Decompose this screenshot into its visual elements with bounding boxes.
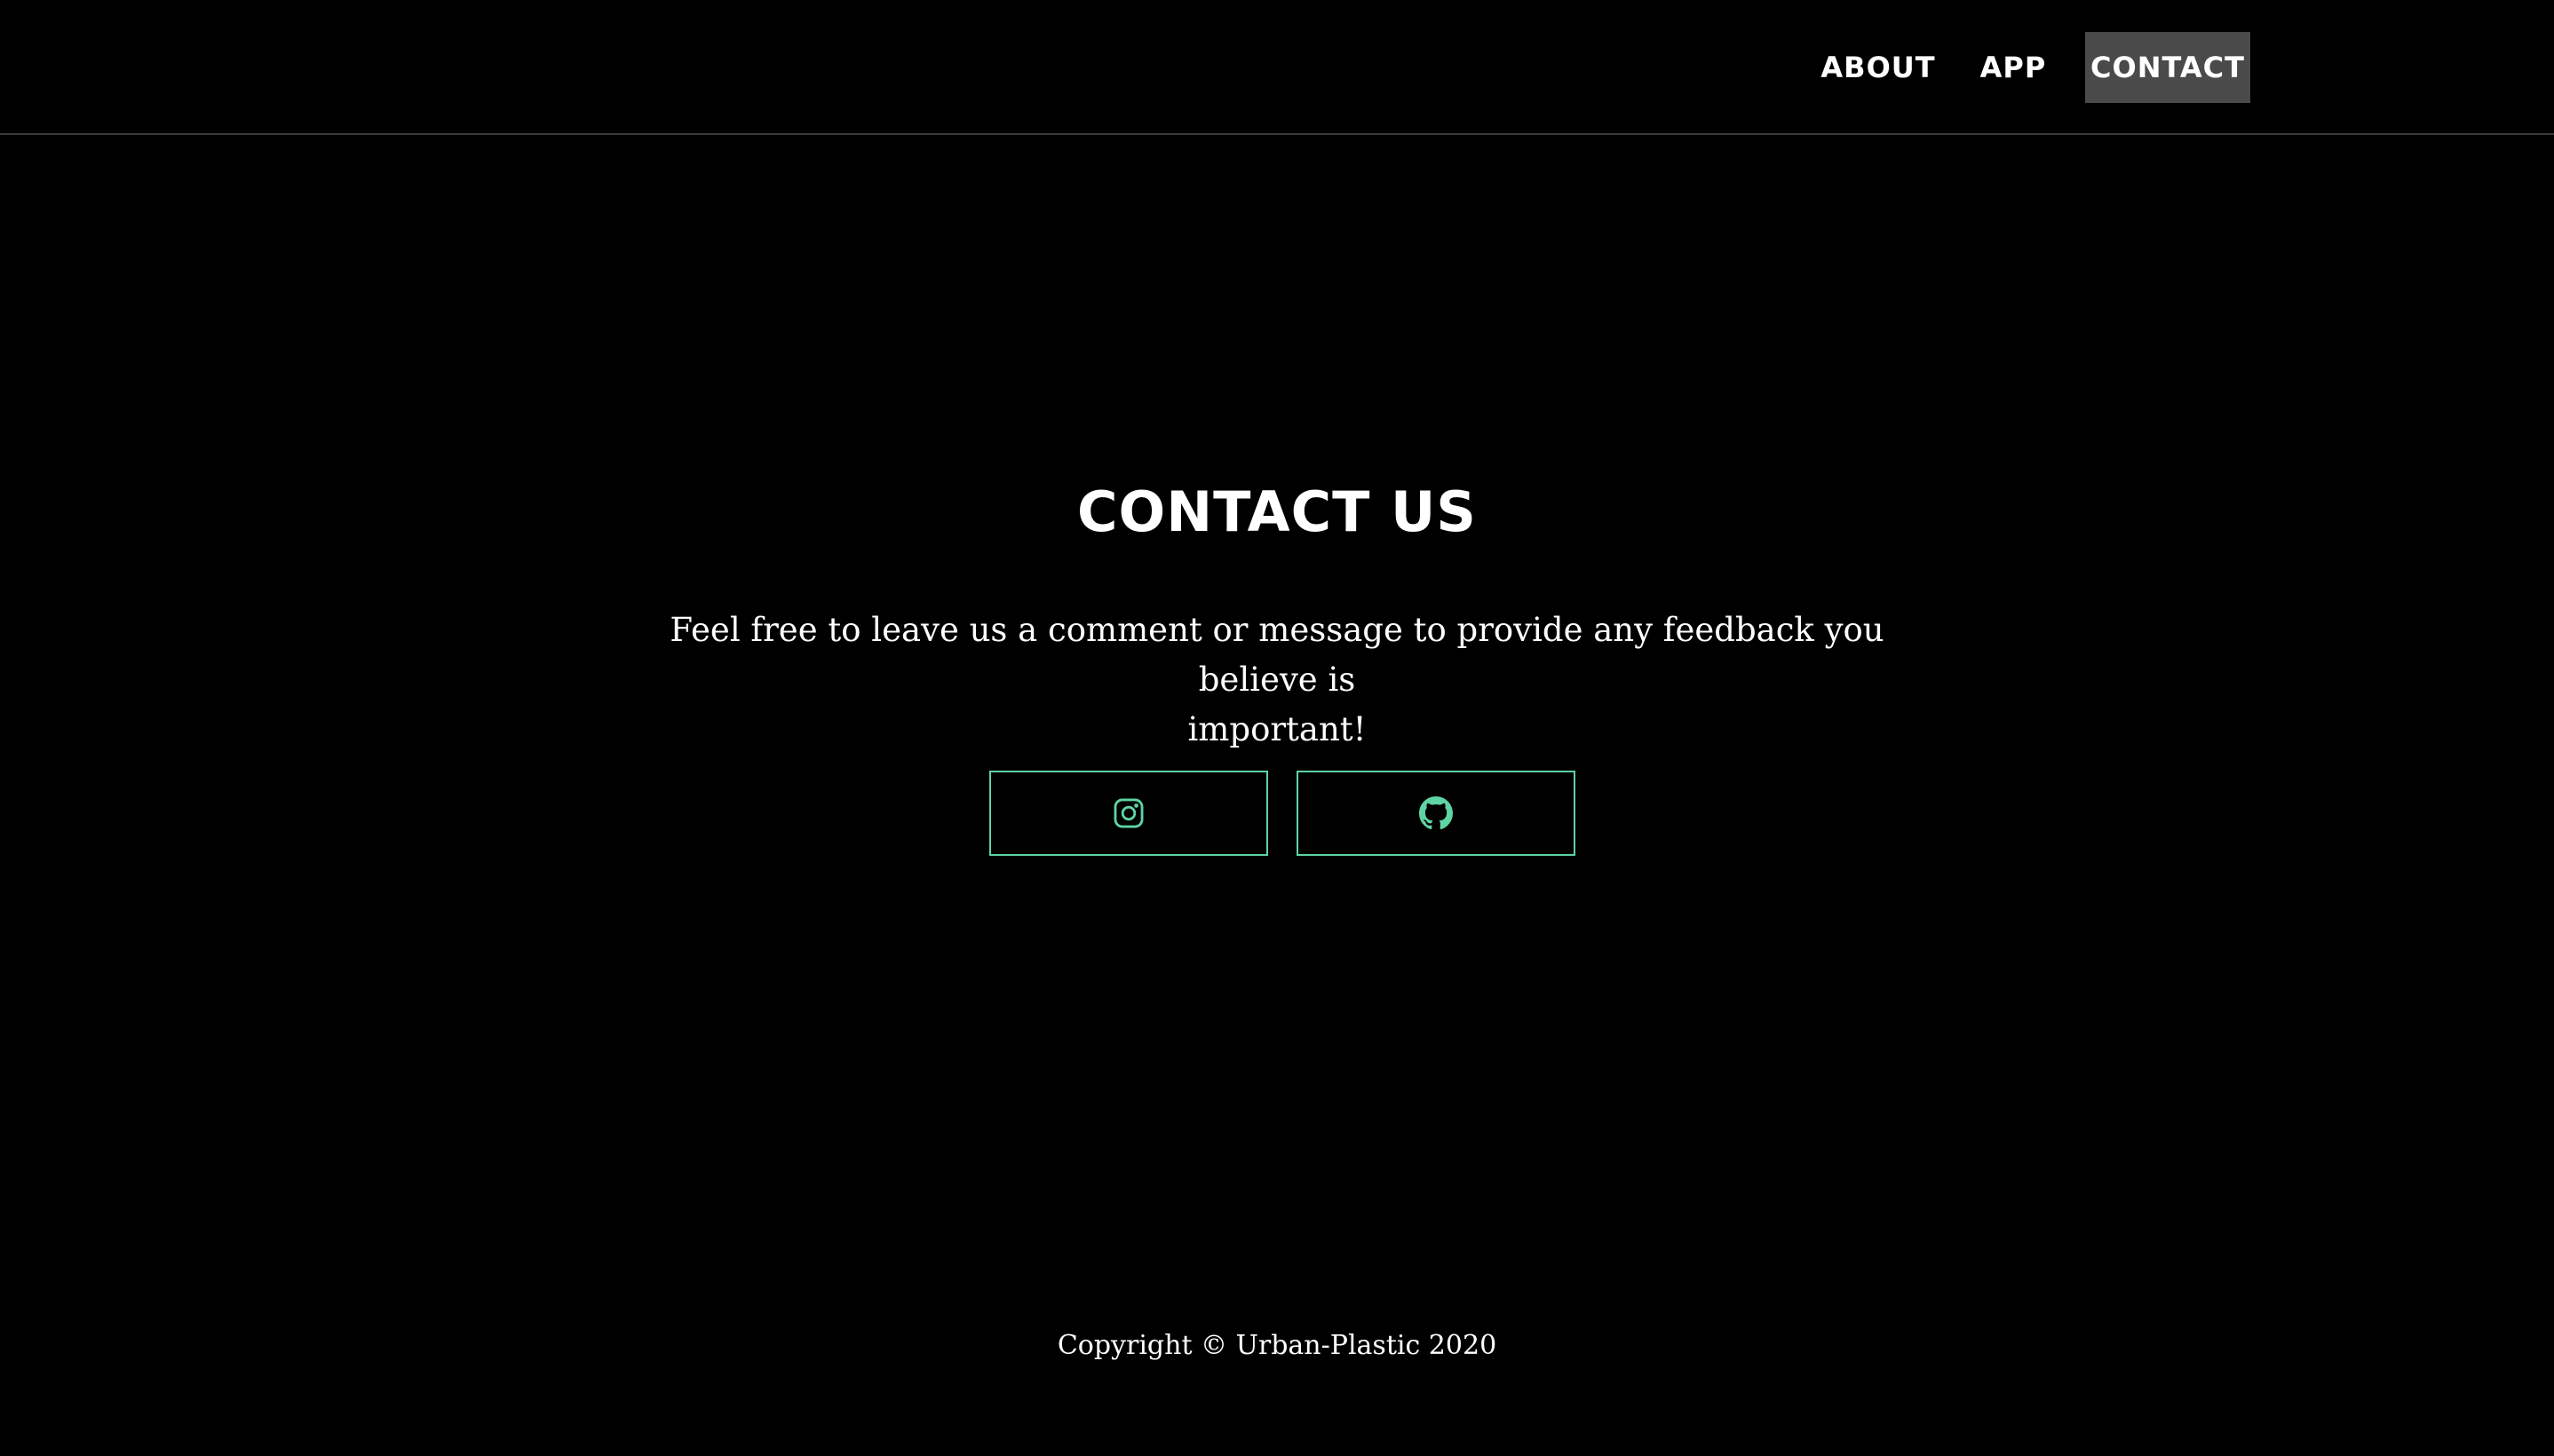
github-icon (1419, 796, 1453, 830)
intro-line-1: Feel free to leave us a comment or messa… (670, 611, 1884, 699)
instagram-icon (1114, 798, 1144, 828)
footer-copyright: Copyright © Urban-Plastic 2020 (1057, 1330, 1497, 1361)
github-button[interactable] (1297, 771, 1575, 856)
instagram-button[interactable] (989, 771, 1268, 856)
intro-line-2: important! (1187, 710, 1367, 748)
page-heading: CONTACT US (1077, 479, 1477, 544)
nav-item-app[interactable]: APP (1973, 32, 2053, 103)
top-navbar: ABOUT APP CONTACT (0, 0, 2554, 135)
intro-text: Feel free to leave us a comment or messa… (655, 605, 1899, 755)
contact-page: ABOUT APP CONTACT CONTACT US Feel free t… (0, 0, 2554, 1456)
nav-item-about[interactable]: ABOUT (1812, 32, 1945, 103)
nav-item-contact[interactable]: CONTACT (2085, 32, 2250, 103)
